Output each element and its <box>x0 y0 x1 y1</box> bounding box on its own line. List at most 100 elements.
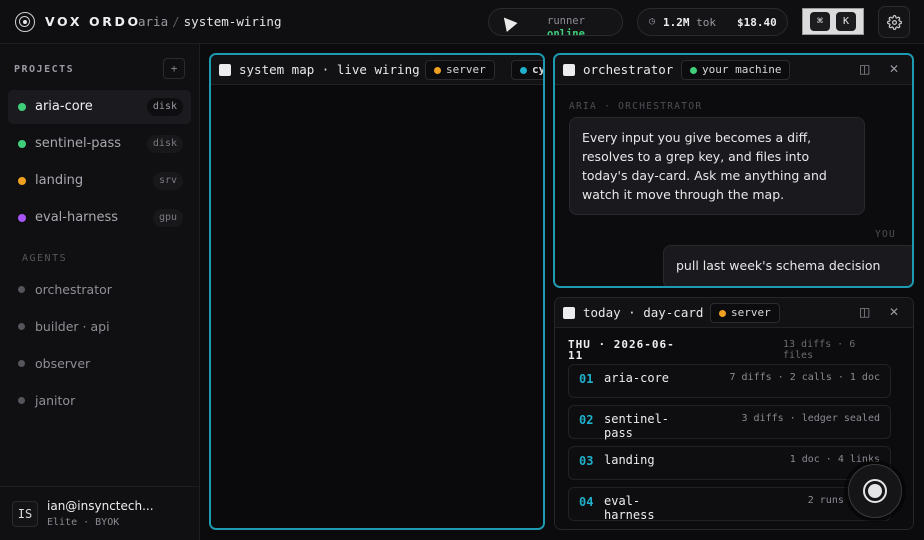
project-name: eval-harness <box>35 210 119 225</box>
pill-label: cy <box>532 63 543 76</box>
agent-role-label: ARIA · ORCHESTRATOR <box>569 101 703 112</box>
row-project: sentinel-pass <box>604 412 670 440</box>
command-palette-shortcut[interactable]: ⌘ K <box>802 8 864 35</box>
runner-arrow-icon <box>498 13 518 32</box>
status-dot <box>18 103 26 111</box>
avatar: IS <box>12 501 38 527</box>
day-row[interactable]: 04 eval-harness 2 runs · 1 c <box>568 487 891 522</box>
user-plan: Elite · BYOK <box>47 517 120 528</box>
row-number: 02 <box>579 413 594 427</box>
breadcrumb-project[interactable]: aria <box>138 14 168 29</box>
logo-icon[interactable] <box>15 12 35 32</box>
runner-label: runner <box>547 15 585 27</box>
panel-checkbox[interactable] <box>563 64 575 76</box>
split-view-icon[interactable]: ◫ <box>859 62 870 76</box>
clock-icon: ◷ <box>649 16 656 27</box>
agent-name: builder · api <box>35 319 110 334</box>
panel-title: system map · live wiring <box>239 62 420 77</box>
assistant-orb-core <box>868 484 882 498</box>
usage-meter[interactable]: ◷ 1.2M tok $18.40 <box>637 8 788 36</box>
breadcrumb-separator: / <box>172 14 180 29</box>
row-number: 01 <box>579 372 594 386</box>
add-project-button[interactable]: + <box>163 58 185 79</box>
agent-message: Every input you give becomes a diff, res… <box>569 117 865 215</box>
location-pill-server[interactable]: server <box>710 303 780 323</box>
close-icon[interactable]: ✕ <box>889 62 899 76</box>
breadcrumb: aria / system-wiring <box>138 14 281 29</box>
panel-header: orchestrator your machine ◫ ✕ <box>555 55 912 85</box>
project-item-eval-harness[interactable]: eval-harness gpu <box>8 201 191 235</box>
row-project: landing <box>604 453 655 467</box>
pill-label: server <box>446 63 486 76</box>
agent-dot <box>18 397 25 404</box>
map-canvas[interactable] <box>211 85 543 528</box>
location-pill-cy[interactable]: cy <box>511 60 543 80</box>
orchestrator-panel[interactable]: orchestrator your machine ◫ ✕ ARIA · ORC… <box>553 53 914 288</box>
row-stats: 1 doc · 4 links <box>789 454 880 465</box>
split-view-icon[interactable]: ◫ <box>859 305 870 319</box>
token-count: 1.2M tok <box>663 16 716 29</box>
panel-checkbox[interactable] <box>219 64 231 76</box>
assistant-orb-button[interactable] <box>848 464 902 518</box>
agent-dot <box>18 360 25 367</box>
day-summary: 13 diffs · 6 files <box>783 339 856 361</box>
settings-button[interactable] <box>878 6 910 38</box>
agent-name: janitor <box>35 393 76 408</box>
pill-label: server <box>731 306 771 319</box>
status-dot <box>18 177 26 185</box>
panel-header: system map · live wiring server cy <box>211 55 543 85</box>
sidebar: PROJECTS + aria-core disk sentinel-pass … <box>0 44 200 540</box>
day-row[interactable]: 01 aria-core 7 diffs · 2 calls · 1 doc <box>568 364 891 398</box>
panel-title: orchestrator <box>583 62 674 77</box>
top-bar: VOX ORDO aria / system-wiring runner onlin… <box>0 0 924 44</box>
token-unit: tok <box>696 16 716 29</box>
runner-status[interactable]: runner online <box>488 8 623 36</box>
row-number: 03 <box>579 454 594 468</box>
agent-dot <box>18 323 25 330</box>
runner-state: online <box>547 28 585 36</box>
close-icon[interactable]: ✕ <box>889 305 899 319</box>
agent-item-observer[interactable]: observer <box>8 350 191 378</box>
day-row[interactable]: 03 landing 1 doc · 4 links <box>568 446 891 480</box>
day-row[interactable]: 02 sentinel-pass 3 diffs · ledger sealed <box>568 405 891 440</box>
row-stats: 3 diffs · ledger sealed <box>741 413 880 424</box>
row-project: eval-harness <box>604 494 655 522</box>
project-item-sentinel-pass[interactable]: sentinel-pass disk <box>8 127 191 161</box>
agent-name: orchestrator <box>35 282 112 297</box>
breadcrumb-page[interactable]: system-wiring <box>184 14 282 29</box>
project-item-aria-core[interactable]: aria-core disk <box>8 90 191 124</box>
status-dot <box>18 214 26 222</box>
row-stats: 7 diffs · 2 calls · 1 doc <box>729 372 880 383</box>
projects-title: PROJECTS <box>14 64 75 75</box>
project-tag: gpu <box>152 209 183 227</box>
brand-name: VOX ORDO <box>45 14 141 29</box>
agent-item-janitor[interactable]: janitor <box>8 387 191 415</box>
agents-title: AGENTS <box>22 253 68 264</box>
agent-item-builder-api[interactable]: builder · api <box>8 313 191 341</box>
cost-value: $18.40 <box>737 16 777 29</box>
user-role-label: YOU <box>874 229 896 240</box>
project-item-landing[interactable]: landing srv <box>8 164 191 198</box>
user-profile[interactable]: IS ian@insynctech... Elite · BYOK <box>0 486 199 540</box>
project-tag: disk <box>146 98 183 116</box>
location-pill-server[interactable]: server <box>425 60 495 80</box>
panel-checkbox[interactable] <box>563 307 575 319</box>
pill-label: your machine <box>702 63 782 76</box>
user-email: ian@insynctech... <box>47 499 154 513</box>
status-dot <box>18 140 26 148</box>
system-map-panel[interactable]: system map · live wiring server cy <box>209 53 545 530</box>
gear-icon <box>887 15 902 30</box>
panel-header: today · day-card server ◫ ✕ <box>555 298 913 328</box>
project-name: landing <box>35 173 84 188</box>
location-pill-your-machine[interactable]: your machine <box>681 60 791 80</box>
project-name: aria-core <box>35 99 93 114</box>
row-project: aria-core <box>604 371 670 385</box>
panel-title: today · day-card <box>583 305 704 320</box>
agent-item-orchestrator[interactable]: orchestrator <box>8 276 191 304</box>
agent-dot <box>18 286 25 293</box>
token-value: 1.2M <box>663 16 690 29</box>
k-key: K <box>836 12 856 31</box>
day-date: THU · 2026-06-11 <box>568 338 675 362</box>
cmd-key: ⌘ <box>810 12 830 31</box>
project-name: sentinel-pass <box>35 136 122 151</box>
